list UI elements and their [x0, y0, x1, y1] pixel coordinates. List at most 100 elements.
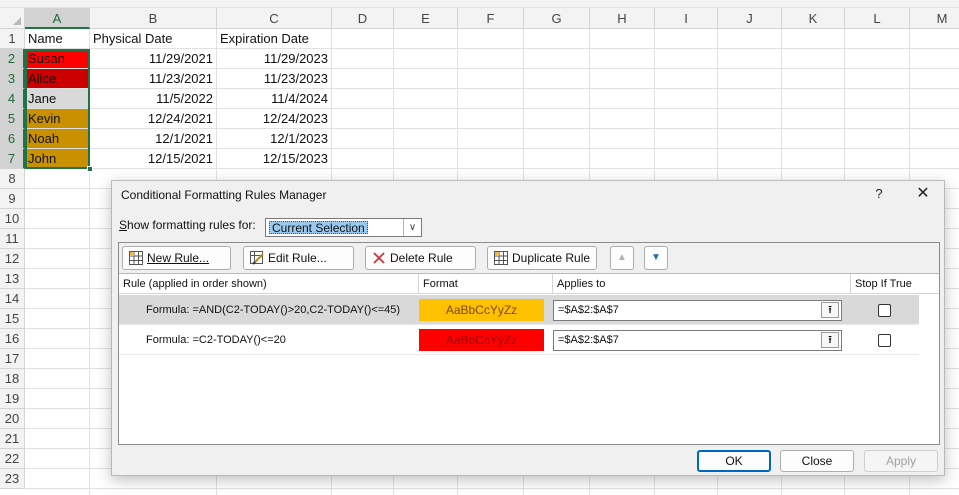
move-down-button[interactable]: ▼ [644, 246, 668, 270]
gridline-horizontal [25, 488, 959, 489]
move-up-button[interactable]: ▲ [610, 246, 634, 270]
delete-rule-button[interactable]: Delete Rule [365, 246, 476, 270]
select-all-button[interactable] [0, 8, 25, 29]
show-rules-for-dropdown[interactable]: Current Selection ∨ [265, 218, 422, 237]
stop-if-true-checkbox[interactable] [878, 304, 891, 317]
header-stop-if-true: Stop If True [855, 278, 912, 290]
cell-c5[interactable]: 12/24/2023 [217, 109, 331, 128]
applies-to-field[interactable]: =$A$2:$A$7 ⭱ [553, 330, 842, 351]
column-header-b[interactable]: B [90, 8, 217, 29]
row-header-20[interactable]: 20 [0, 409, 25, 429]
cell-b4[interactable]: 11/5/2022 [90, 89, 216, 108]
cell-b1[interactable]: Physical Date [90, 29, 216, 48]
rule-row[interactable]: Formula: =C2-TODAY()<=20 AaBbCcYyZz =$A$2:… [119, 325, 919, 355]
cell-a2[interactable]: Susan [25, 49, 89, 68]
row-header-23[interactable]: 23 [0, 469, 25, 489]
rule-row[interactable]: Formula: =AND(C2-TODAY()>20,C2-TODAY()<=… [119, 295, 919, 325]
applies-to-value: =$A$2:$A$7 [558, 334, 619, 346]
cell-b2[interactable]: 11/29/2021 [90, 49, 216, 68]
format-preview: AaBbCcYyZz [419, 329, 544, 351]
column-header-f[interactable]: F [458, 8, 524, 29]
new-rule-button[interactable]: New Rule... [122, 246, 231, 270]
edit-rule-button[interactable]: Edit Rule... [243, 246, 354, 270]
edit-rule-label: Edit Rule... [268, 251, 327, 265]
cell-a7[interactable]: John [25, 149, 89, 168]
row-header-17[interactable]: 17 [0, 349, 25, 369]
row-header-13[interactable]: 13 [0, 269, 25, 289]
row-header-4[interactable]: 4 [0, 89, 25, 109]
cell-a6[interactable]: Noah [25, 129, 89, 148]
arrow-up-icon: ▲ [617, 252, 627, 263]
row-header-7[interactable]: 7 [0, 149, 25, 169]
rule-description: Formula: =C2-TODAY()<=20 [146, 334, 286, 346]
format-preview: AaBbCcYyZz [419, 299, 544, 321]
cell-a4[interactable]: Jane [25, 89, 89, 108]
column-header-l[interactable]: L [845, 8, 910, 29]
row-header-18[interactable]: 18 [0, 369, 25, 389]
dialog-title: Conditional Formatting Rules Manager [121, 188, 327, 202]
row-header-3[interactable]: 3 [0, 69, 25, 89]
show-label-rest: how formatting rules for: [127, 218, 256, 232]
column-header-e[interactable]: E [394, 8, 458, 29]
header-format: Format [419, 274, 553, 294]
cell-a3[interactable]: Alice [25, 69, 89, 88]
show-label-accel: S [119, 218, 128, 232]
row-header-15[interactable]: 15 [0, 309, 25, 329]
row-header-2[interactable]: 2 [0, 49, 25, 69]
ribbon-edge [0, 0, 959, 8]
stop-if-true-checkbox[interactable] [878, 334, 891, 347]
column-header-c[interactable]: C [217, 8, 332, 29]
duplicate-rule-label: Duplicate Rule [512, 251, 591, 265]
apply-button[interactable]: Apply [864, 450, 938, 472]
cell-c4[interactable]: 11/4/2024 [217, 89, 331, 108]
chevron-down-icon[interactable]: ∨ [403, 219, 421, 236]
row-header-5[interactable]: 5 [0, 109, 25, 129]
row-header-16[interactable]: 16 [0, 329, 25, 349]
rules-panel: New Rule... Edit Rule... Delete Rule Dup… [118, 242, 940, 445]
close-button[interactable]: Close [780, 450, 854, 472]
row-header-8[interactable]: 8 [0, 169, 25, 189]
cell-c2[interactable]: 11/29/2023 [217, 49, 331, 68]
rules-header-row: Rule (applied in order shown) Format App… [119, 274, 939, 294]
column-header-a[interactable]: A [25, 8, 90, 29]
row-header-9[interactable]: 9 [0, 189, 25, 209]
close-icon[interactable]: ✕ [912, 184, 934, 204]
cell-c3[interactable]: 11/23/2023 [217, 69, 331, 88]
cell-a5[interactable]: Kevin [25, 109, 89, 128]
new-rule-label: New Rule... [147, 251, 210, 265]
ok-button[interactable]: OK [697, 450, 771, 472]
column-header-d[interactable]: D [332, 8, 394, 29]
applies-to-field[interactable]: =$A$2:$A$7 ⭱ [553, 300, 842, 321]
column-header-i[interactable]: I [655, 8, 718, 29]
header-rule: Rule (applied in order shown) [119, 274, 419, 294]
cell-c6[interactable]: 12/1/2023 [217, 129, 331, 148]
cell-c1[interactable]: Expiration Date [217, 29, 331, 48]
row-header-21[interactable]: 21 [0, 429, 25, 449]
column-header-j[interactable]: J [718, 8, 782, 29]
row-header-11[interactable]: 11 [0, 229, 25, 249]
cell-b5[interactable]: 12/24/2021 [90, 109, 216, 128]
cell-b6[interactable]: 12/1/2021 [90, 129, 216, 148]
row-header-10[interactable]: 10 [0, 209, 25, 229]
row-header-19[interactable]: 19 [0, 389, 25, 409]
collapse-dialog-icon[interactable]: ⭱ [821, 302, 839, 318]
row-header-6[interactable]: 6 [0, 129, 25, 149]
column-header-h[interactable]: H [590, 8, 655, 29]
row-header-22[interactable]: 22 [0, 449, 25, 469]
column-header-k[interactable]: K [782, 8, 845, 29]
duplicate-rule-button[interactable]: Duplicate Rule [487, 246, 597, 270]
row-header-12[interactable]: 12 [0, 249, 25, 269]
fill-handle[interactable] [87, 166, 93, 172]
cell-c7[interactable]: 12/15/2023 [217, 149, 331, 168]
collapse-dialog-icon[interactable]: ⭱ [821, 332, 839, 348]
cell-b7[interactable]: 12/15/2021 [90, 149, 216, 168]
column-header-g[interactable]: G [524, 8, 590, 29]
row-header-14[interactable]: 14 [0, 289, 25, 309]
cell-b3[interactable]: 11/23/2021 [90, 69, 216, 88]
cell-a1[interactable]: Name [25, 29, 89, 48]
arrow-down-icon: ▼ [651, 252, 661, 263]
duplicate-rule-icon [494, 251, 508, 265]
column-header-m[interactable]: M [910, 8, 959, 29]
row-header-1[interactable]: 1 [0, 29, 25, 49]
help-icon[interactable]: ? [871, 185, 887, 203]
